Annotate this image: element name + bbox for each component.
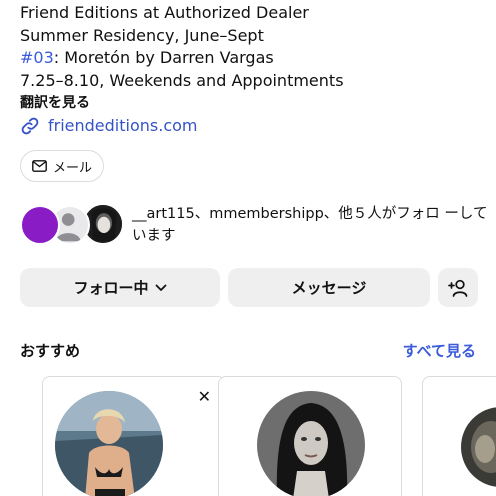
bio-line-3: #03: Moretón by Darren Vargas [20, 47, 490, 70]
suggested-account-card[interactable] [422, 376, 496, 496]
following-button[interactable]: フォロー中 [20, 268, 220, 307]
website-url: friendeditions.com [48, 116, 198, 135]
followed-by-row[interactable]: __art115、mmembershipp、他５人がフォロ ーしています [20, 203, 490, 247]
website-link[interactable]: friendeditions.com [20, 115, 490, 137]
see-all-link[interactable]: すべて見る [403, 340, 476, 361]
suggested-avatar [55, 391, 163, 496]
followed-by-text: __art115、mmembershipp、他５人がフォロ ーしています [132, 206, 488, 244]
suggested-avatar [461, 407, 496, 487]
following-button-label: フォロー中 [73, 279, 149, 297]
bio-line-4: 7.25–8.10, Weekends and Appointments [20, 70, 344, 90]
bio-line-1: Friend Editions at Authorized Dealer [20, 3, 309, 22]
profile-photo [461, 407, 496, 487]
profile-photo [257, 391, 365, 496]
profile-photo [55, 391, 163, 496]
suggested-account-card[interactable]: ✕ [42, 376, 226, 496]
bio-hashtag-link[interactable]: #03 [20, 48, 54, 67]
message-button[interactable]: メッセージ [228, 268, 430, 307]
suggest-people-button[interactable] [438, 268, 478, 307]
message-button-label: メッセージ [291, 279, 367, 297]
chevron-down-icon [155, 284, 166, 291]
profile-bio: Friend Editions at Authorized Dealer Sum… [20, 2, 490, 137]
mail-button-label: メール [53, 160, 93, 176]
follower-avatar-1 [20, 205, 60, 245]
recommendations-header: おすすめ すべて見る [20, 340, 476, 361]
suggested-account-card[interactable] [218, 376, 402, 496]
recommendations-title: おすすめ [20, 342, 81, 360]
see-translation-link[interactable]: 翻訳を見る [20, 92, 490, 114]
link-icon [21, 117, 39, 135]
suggested-avatar [257, 391, 365, 496]
bio-line-3-text: : Moretón by Darren Vargas [53, 48, 274, 67]
bio-line-2: Summer Residency, June–Sept [20, 25, 264, 45]
close-icon[interactable]: ✕ [198, 387, 211, 406]
add-person-icon [448, 279, 468, 297]
mail-icon [32, 160, 47, 172]
mail-button[interactable]: メール [20, 150, 105, 182]
